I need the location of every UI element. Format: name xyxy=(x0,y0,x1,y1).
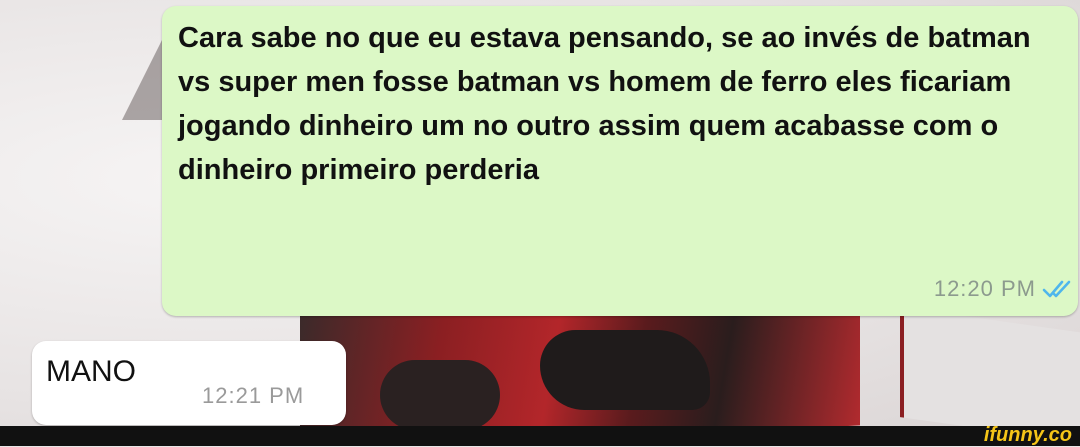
received-message-bubble[interactable]: MANO 12:21 PM xyxy=(32,341,346,425)
wallpaper-shape xyxy=(380,360,500,430)
message-time: 12:21 PM xyxy=(202,383,305,408)
message-meta: 12:20 PM xyxy=(934,276,1072,302)
watermark-logo: ifunny.co xyxy=(983,424,1072,446)
wallpaper-shape xyxy=(540,330,710,410)
double-check-icon xyxy=(1042,279,1072,299)
message-text: Cara sabe no que eu estava pensando, se … xyxy=(178,22,1031,186)
watermark-bar: ifunny.co xyxy=(0,424,1080,446)
message-time: 12:20 PM xyxy=(933,276,1036,301)
sent-message-bubble[interactable]: Cara sabe no que eu estava pensando, se … xyxy=(162,6,1078,316)
message-text: MANO xyxy=(46,355,136,388)
